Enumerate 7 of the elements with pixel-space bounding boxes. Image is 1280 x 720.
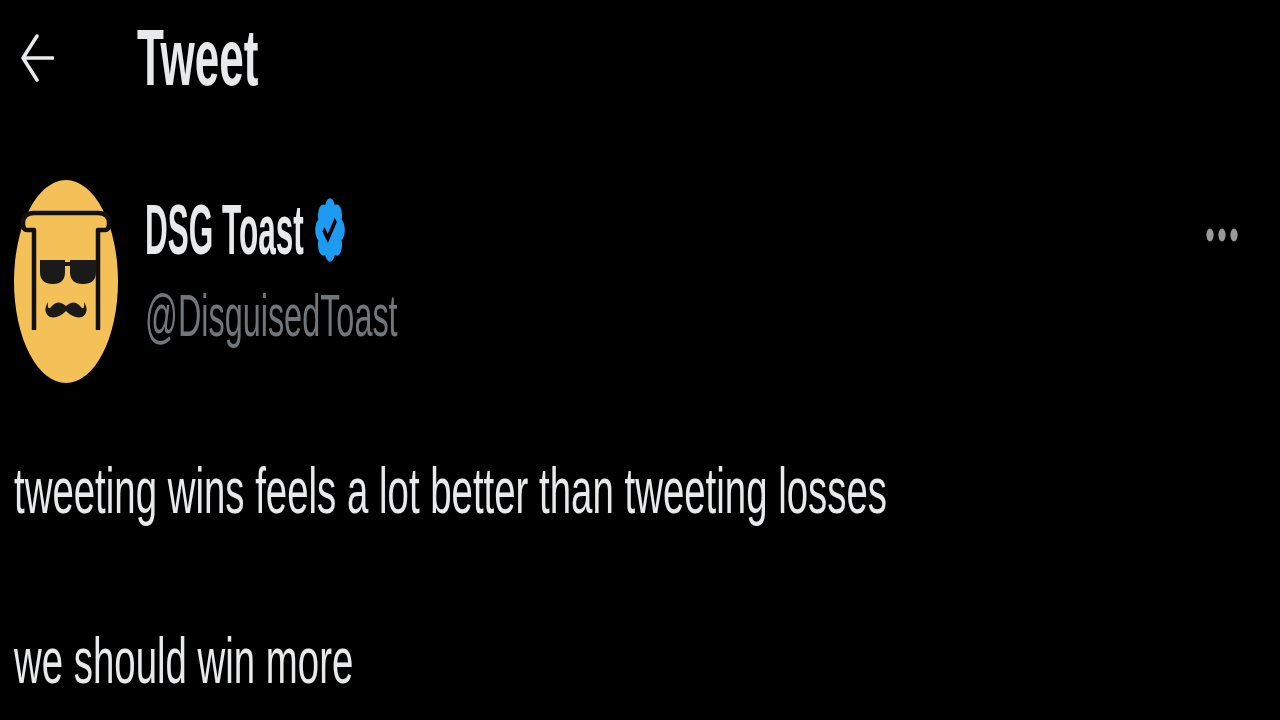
more-options-icon[interactable]: [1206, 228, 1238, 242]
avatar-icon: [14, 180, 118, 383]
tweet-text: we should win more: [14, 629, 354, 693]
page-title: Tweet: [137, 18, 259, 98]
back-arrow-icon[interactable]: [20, 33, 54, 83]
author-name[interactable]: DSG Toast: [145, 195, 304, 265]
author-handle[interactable]: @DisguisedToast: [145, 286, 398, 346]
